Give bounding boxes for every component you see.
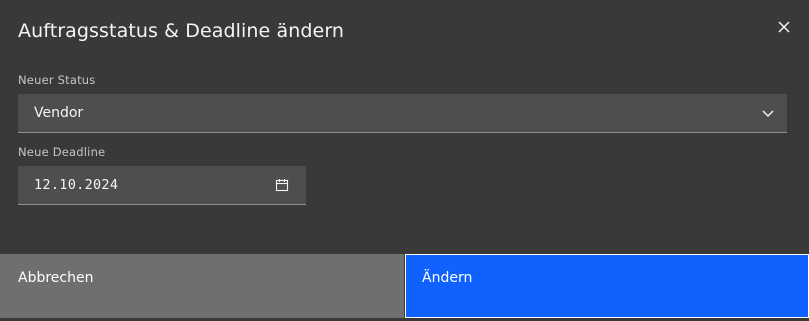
close-icon bbox=[778, 21, 790, 33]
calendar-icon[interactable] bbox=[275, 178, 289, 192]
deadline-date-input[interactable]: 12.10.2024 bbox=[18, 166, 306, 205]
close-button[interactable] bbox=[770, 13, 798, 41]
dialog-footer: Abbrechen Ändern bbox=[0, 254, 809, 321]
confirm-button[interactable]: Ändern bbox=[405, 254, 809, 318]
status-select[interactable]: Vendor bbox=[18, 94, 787, 133]
modal-dialog: Auftragsstatus & Deadline ändern Neuer S… bbox=[0, 0, 809, 321]
status-label: Neuer Status bbox=[18, 73, 96, 87]
confirm-button-label: Ändern bbox=[422, 270, 473, 286]
cancel-button-label: Abbrechen bbox=[18, 270, 94, 286]
dialog-title: Auftragsstatus & Deadline ändern bbox=[18, 20, 345, 42]
deadline-date-value: 12.10.2024 bbox=[34, 177, 119, 193]
cancel-button[interactable]: Abbrechen bbox=[0, 254, 404, 318]
chevron-down-icon bbox=[762, 110, 774, 117]
status-select-value: Vendor bbox=[34, 105, 84, 121]
deadline-label: Neue Deadline bbox=[18, 145, 106, 159]
